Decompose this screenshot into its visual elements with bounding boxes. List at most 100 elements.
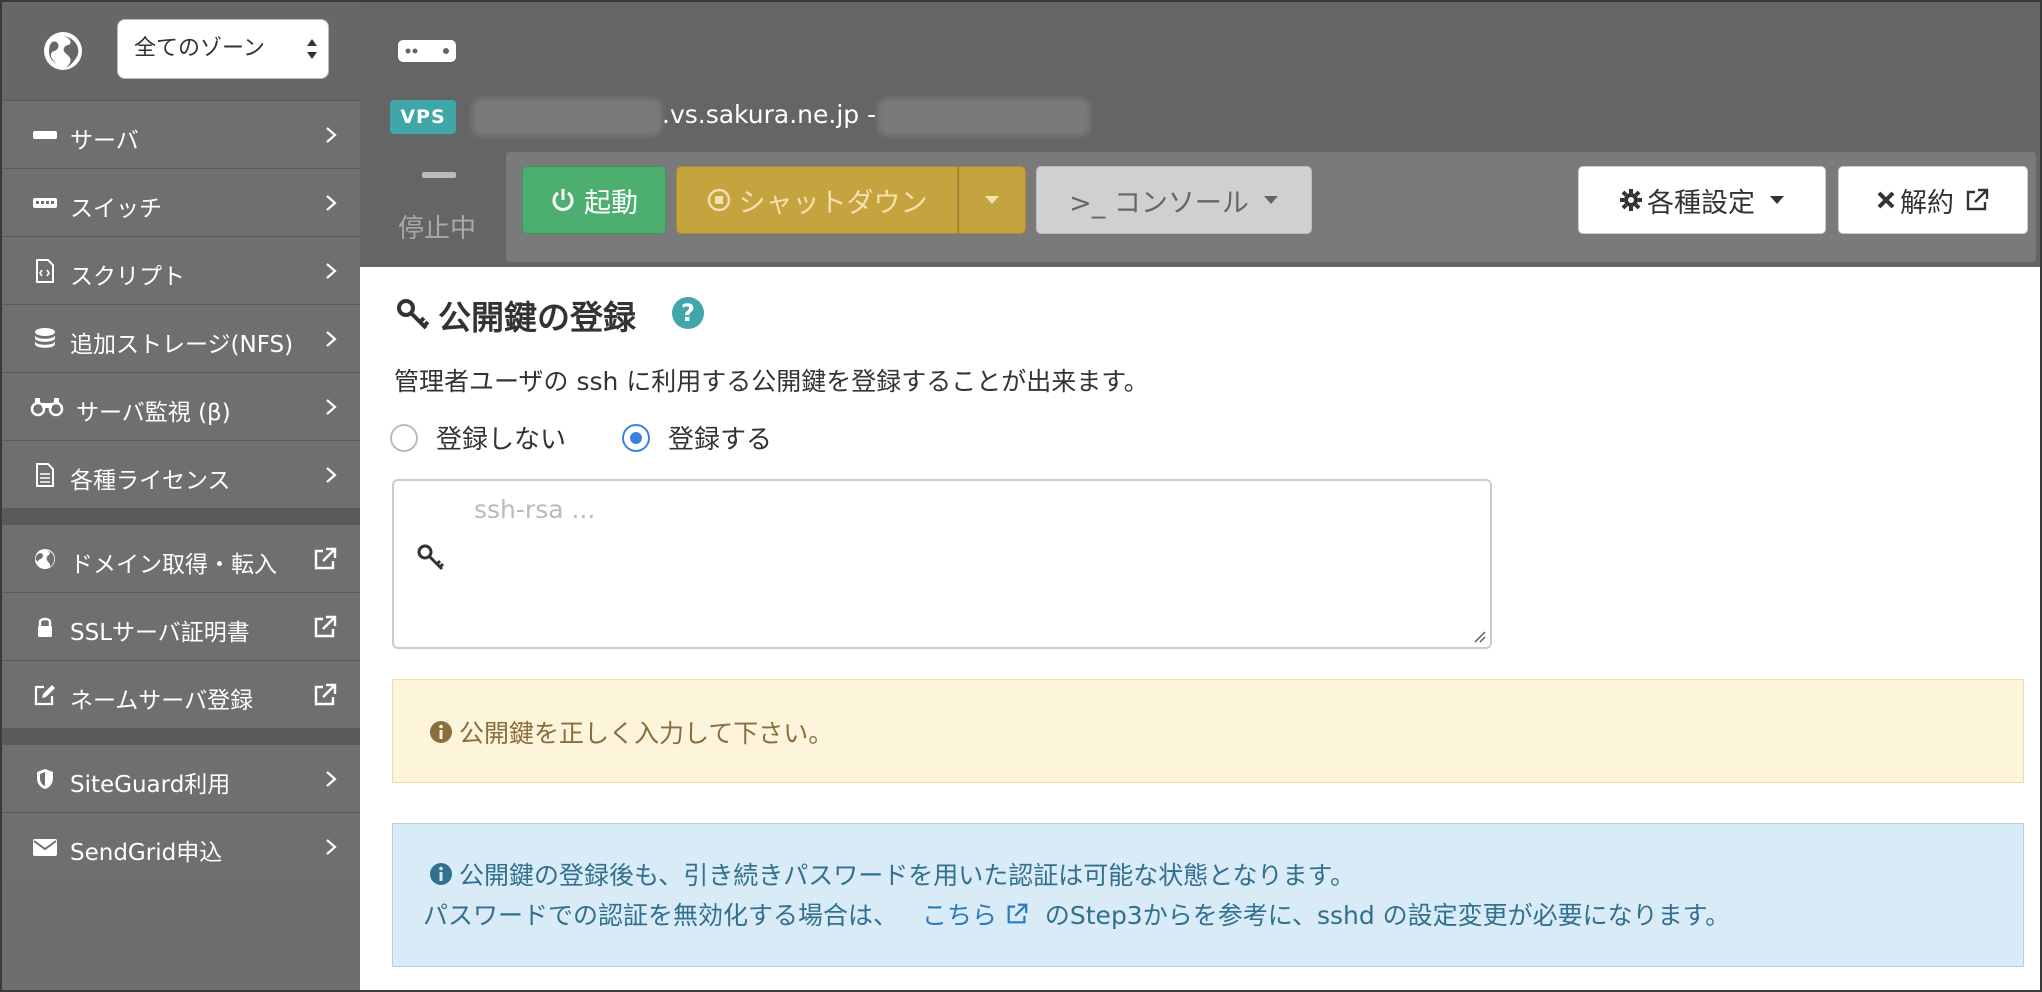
vps-badge: VPS bbox=[390, 100, 456, 134]
database-icon bbox=[35, 328, 55, 348]
section-title: 公開鍵の登録 bbox=[396, 291, 636, 339]
sidebar-item-siteguard[interactable]: SiteGuard利用 bbox=[2, 744, 360, 812]
start-button[interactable]: 起動 bbox=[522, 166, 666, 234]
chevron-right-icon bbox=[326, 839, 337, 855]
step3-link-label: こちら bbox=[921, 901, 997, 930]
sidebar-item-label: スイッチ bbox=[70, 196, 162, 222]
sidebar-item-script[interactable]: スクリプト bbox=[2, 236, 360, 304]
shutdown-dropdown-button[interactable] bbox=[958, 166, 1026, 234]
info-icon bbox=[430, 863, 452, 885]
shutdown-button[interactable]: シャットダウン bbox=[676, 166, 958, 234]
info-icon bbox=[430, 721, 452, 743]
external-link-icon bbox=[314, 683, 337, 706]
sidebar-separator bbox=[2, 508, 360, 524]
sidebar-item-ssl[interactable]: SSLサーバ証明書 bbox=[2, 592, 360, 660]
sidebar-item-label: 追加ストレージ(NFS) bbox=[70, 332, 294, 358]
caret-down-icon bbox=[1770, 196, 1784, 204]
resize-handle-icon[interactable] bbox=[1472, 629, 1486, 643]
redacted-ip bbox=[878, 98, 1090, 136]
sidebar-item-storage[interactable]: 追加ストレージ(NFS) bbox=[2, 304, 360, 372]
info-text-line2-pre: パスワードでの認証を無効化する場合は、 bbox=[423, 901, 899, 930]
info-alert: 公開鍵の登録後も、引き続きパスワードを用いた認証は可能な状態となります。 パスワ… bbox=[392, 823, 2024, 967]
info-text-line2-post: のStep3からを参考に、sshd の設定変更が必要になります。 bbox=[1044, 901, 1731, 930]
sidebar-item-server[interactable]: サーバ bbox=[2, 100, 360, 168]
radio-button-selected[interactable] bbox=[622, 423, 650, 452]
stop-circle-icon bbox=[707, 188, 730, 212]
main-content: 公開鍵の登録 ? 管理者ユーザの ssh に利用する公開鍵を登録することが出来ま… bbox=[360, 267, 2040, 990]
zone-select[interactable]: 全てのゾーン bbox=[117, 19, 329, 79]
external-link-icon bbox=[1966, 188, 1989, 211]
external-link-icon bbox=[1007, 903, 1028, 924]
sidebar-item-nameserver[interactable]: ネームサーバ登録 bbox=[2, 660, 360, 728]
server-icon bbox=[398, 40, 456, 62]
chevron-right-icon bbox=[326, 399, 337, 415]
shutdown-button-label: シャットダウン bbox=[738, 187, 928, 219]
close-icon bbox=[1877, 191, 1895, 209]
external-link-icon bbox=[314, 615, 337, 638]
chevron-right-icon bbox=[326, 331, 337, 347]
server-toolbar: 起動 シャットダウン >_ コンソール 各種設定 解約 bbox=[506, 152, 2036, 262]
sidebar-item-switch[interactable]: スイッチ bbox=[2, 168, 360, 236]
public-key-placeholder: ssh-rsa ... bbox=[474, 495, 596, 524]
sidebar-item-sendgrid[interactable]: SendGrid申込 bbox=[2, 812, 360, 880]
key-icon bbox=[417, 544, 445, 571]
settings-button-label: 各種設定 bbox=[1647, 187, 1755, 219]
chevron-right-icon bbox=[326, 263, 337, 279]
external-link-icon bbox=[314, 547, 337, 570]
binoculars-icon bbox=[30, 398, 64, 417]
sidebar-item-monitoring[interactable]: サーバ監視 (β) bbox=[2, 372, 360, 440]
sidebar: 全てのゾーン サーバ スイッチ スクリプト 追加ストレージ(NFS) サーバ監視… bbox=[2, 2, 360, 990]
settings-button[interactable]: 各種設定 bbox=[1578, 166, 1826, 234]
public-key-textarea[interactable]: ssh-rsa ... bbox=[392, 479, 1492, 649]
sidebar-item-label: ネームサーバ登録 bbox=[70, 688, 254, 714]
sidebar-item-label: ドメイン取得・転入 bbox=[70, 552, 277, 578]
status-indicator bbox=[422, 172, 456, 178]
switch-icon bbox=[33, 198, 57, 208]
console-button[interactable]: >_ コンソール bbox=[1036, 166, 1312, 234]
cancel-contract-button[interactable]: 解約 bbox=[1838, 166, 2028, 234]
app-frame: 全てのゾーン サーバ スイッチ スクリプト 追加ストレージ(NFS) サーバ監視… bbox=[0, 0, 2042, 992]
warning-alert: 公開鍵を正しく入力して下さい。 bbox=[392, 679, 2024, 783]
shield-icon bbox=[37, 769, 53, 789]
sidebar-nav-main: サーバ スイッチ スクリプト 追加ストレージ(NFS) サーバ監視 (β) 各種… bbox=[2, 100, 360, 880]
info-text-line1: 公開鍵の登録後も、引き続きパスワードを用いた認証は可能な状態となります。 bbox=[459, 861, 1356, 890]
lock-icon bbox=[38, 617, 52, 637]
zone-select-value: 全てのゾーン bbox=[134, 36, 265, 61]
document-icon bbox=[36, 463, 54, 487]
radio-register[interactable]: 登録する bbox=[622, 419, 772, 456]
sidebar-top: 全てのゾーン bbox=[2, 2, 360, 100]
radio-label: 登録する bbox=[668, 425, 773, 455]
caret-down-icon bbox=[1263, 196, 1278, 204]
help-icon[interactable]: ? bbox=[672, 297, 704, 329]
chevron-right-icon bbox=[326, 195, 337, 211]
key-icon bbox=[397, 299, 430, 330]
sidebar-separator bbox=[2, 728, 360, 744]
section-title-text: 公開鍵の登録 bbox=[438, 298, 636, 337]
start-button-label: 起動 bbox=[584, 187, 638, 219]
radio-no-register[interactable]: 登録しない bbox=[390, 419, 566, 456]
sidebar-item-licenses[interactable]: 各種ライセンス bbox=[2, 440, 360, 508]
sidebar-item-label: スクリプト bbox=[70, 264, 185, 290]
power-icon bbox=[552, 189, 574, 211]
envelope-icon bbox=[33, 839, 57, 856]
chevron-right-icon bbox=[326, 467, 337, 483]
server-icon bbox=[33, 131, 57, 139]
radio-button[interactable] bbox=[390, 423, 418, 452]
sidebar-item-label: サーバ監視 (β) bbox=[76, 400, 231, 426]
script-icon bbox=[36, 259, 54, 283]
caret-down-icon bbox=[985, 196, 999, 204]
globe-icon[interactable] bbox=[42, 30, 84, 72]
sidebar-item-label: SiteGuard利用 bbox=[70, 772, 231, 798]
sidebar-item-label: 各種ライセンス bbox=[70, 468, 231, 494]
section-description: 管理者ユーザの ssh に利用する公開鍵を登録することが出来ます。 bbox=[394, 367, 1149, 396]
step3-link[interactable]: こちら bbox=[922, 901, 1037, 930]
console-button-label: >_ コンソール bbox=[1069, 187, 1249, 219]
select-arrows-icon bbox=[307, 39, 317, 59]
sidebar-item-domain[interactable]: ドメイン取得・転入 bbox=[2, 524, 360, 592]
sidebar-item-label: SendGrid申込 bbox=[70, 840, 223, 866]
cancel-contract-label: 解約 bbox=[1900, 187, 1954, 219]
chevron-right-icon bbox=[326, 771, 337, 787]
server-status: 停止中 bbox=[398, 214, 477, 244]
sidebar-item-label: サーバ bbox=[70, 128, 139, 154]
server-hostname: .vs.sakura.ne.jp - bbox=[662, 100, 877, 129]
